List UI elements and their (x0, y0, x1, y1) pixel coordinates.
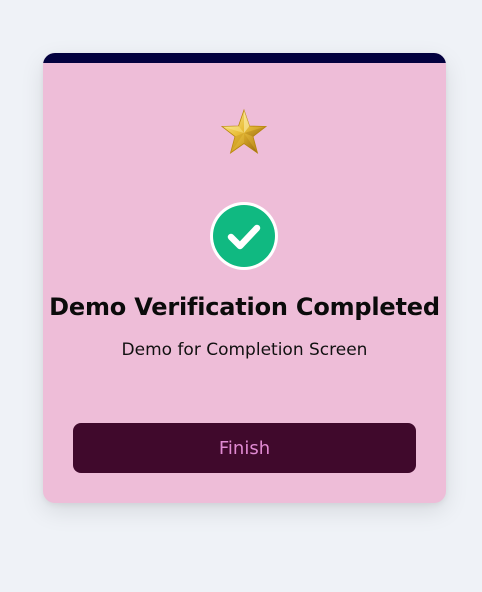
check-circle-icon (208, 200, 280, 272)
finish-button[interactable]: Finish (73, 423, 416, 473)
star-icon (219, 108, 269, 158)
card-accent-bar (43, 53, 446, 63)
page-subtitle: Demo for Completion Screen (121, 340, 368, 360)
completion-card: Demo Verification Completed Demo for Com… (43, 53, 446, 503)
page-title: Demo Verification Completed (49, 293, 440, 321)
